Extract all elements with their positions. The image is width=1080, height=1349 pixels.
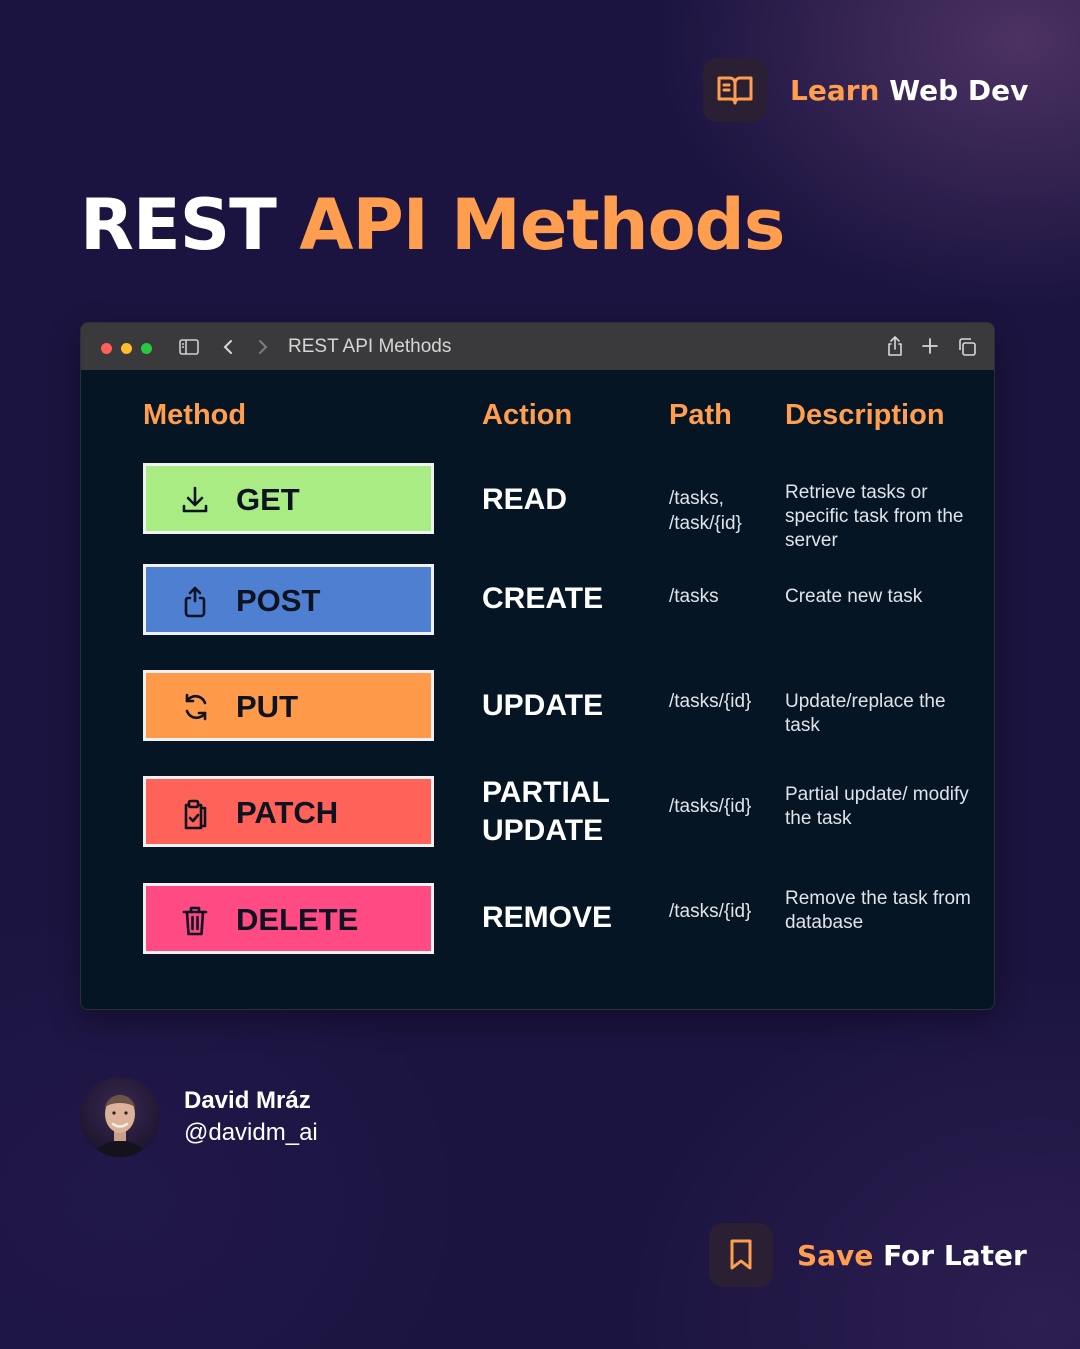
patch-method-button[interactable]: PATCH	[143, 776, 434, 847]
brand-rest: Web Dev	[889, 73, 1029, 107]
download-icon	[180, 484, 210, 520]
post-description: Create new task	[785, 586, 923, 607]
open-book-icon	[703, 58, 767, 122]
delete-method-button[interactable]: DELETE	[143, 883, 434, 954]
post-path: /tasks	[669, 586, 719, 607]
maximize-dot[interactable]	[141, 343, 152, 354]
upload-icon	[180, 585, 210, 623]
author-name: David Mráz	[184, 1087, 311, 1114]
put-path: /tasks/{id}	[669, 691, 752, 712]
get-description: Retrieve tasks or specific task from the…	[785, 482, 964, 551]
avatar[interactable]	[80, 1077, 160, 1157]
brand-badge: Learn Web Dev	[703, 58, 1028, 122]
column-header-action: Action	[482, 399, 573, 431]
save-label: Save For Later	[797, 1239, 1027, 1272]
save-for-later[interactable]: Save For Later	[709, 1223, 1027, 1287]
author-block: David Mráz @davidm_ai	[80, 1077, 318, 1157]
column-header-method: Method	[143, 399, 247, 431]
title-part2: API Methods	[299, 184, 785, 266]
delete-action: REMOVE	[482, 901, 613, 934]
save-accent-word: Save	[797, 1238, 874, 1272]
column-header-description: Description	[785, 399, 945, 431]
get-path-line2: /task/{id}	[669, 513, 742, 534]
post-method-label: POST	[236, 583, 321, 618]
tabs-overview-icon[interactable]	[956, 336, 978, 362]
get-path: /tasks, /task/{id}	[669, 486, 742, 536]
post-action: CREATE	[482, 582, 604, 615]
new-tab-icon[interactable]	[920, 336, 940, 360]
get-path-line1: /tasks,	[669, 488, 724, 509]
clipboard-check-icon	[180, 797, 210, 835]
browser-window: REST API Methods Method Action Path Desc…	[80, 322, 995, 1010]
window-titlebar: REST API Methods	[81, 323, 994, 370]
post-method-button[interactable]: POST	[143, 564, 434, 635]
brand-accent-word: Learn	[790, 73, 880, 107]
window-title: REST API Methods	[288, 336, 452, 357]
author-handle[interactable]: @davidm_ai	[184, 1117, 318, 1149]
bookmark-icon[interactable]	[709, 1223, 773, 1287]
refresh-icon	[180, 691, 212, 727]
patch-path: /tasks/{id}	[669, 796, 752, 817]
delete-description: Remove the task from database	[785, 888, 971, 933]
put-method-button[interactable]: PUT	[143, 670, 434, 741]
minimize-dot[interactable]	[121, 343, 132, 354]
delete-path: /tasks/{id}	[669, 901, 752, 922]
back-icon[interactable]	[219, 337, 237, 361]
delete-method-label: DELETE	[236, 902, 359, 937]
save-rest: For Later	[883, 1238, 1027, 1272]
patch-action: PARTIAL UPDATE	[482, 776, 610, 847]
column-header-path: Path	[669, 399, 732, 431]
patch-method-label: PATCH	[236, 795, 339, 830]
get-method-label: GET	[236, 482, 300, 517]
get-method-button[interactable]: GET	[143, 463, 434, 534]
title-part1: REST	[80, 184, 277, 266]
close-dot[interactable]	[101, 343, 112, 354]
patch-description: Partial update/ modify the task	[785, 784, 969, 829]
put-description: Update/replace the task	[785, 691, 946, 736]
sidebar-icon[interactable]	[178, 337, 200, 361]
page-title: REST API Methods	[80, 184, 785, 266]
forward-icon[interactable]	[254, 337, 272, 361]
brand-label: Learn Web Dev	[790, 74, 1028, 107]
share-icon[interactable]	[884, 335, 906, 361]
put-action: UPDATE	[482, 689, 604, 722]
trash-icon	[180, 904, 210, 942]
put-method-label: PUT	[236, 689, 298, 724]
get-action: READ	[482, 483, 568, 516]
